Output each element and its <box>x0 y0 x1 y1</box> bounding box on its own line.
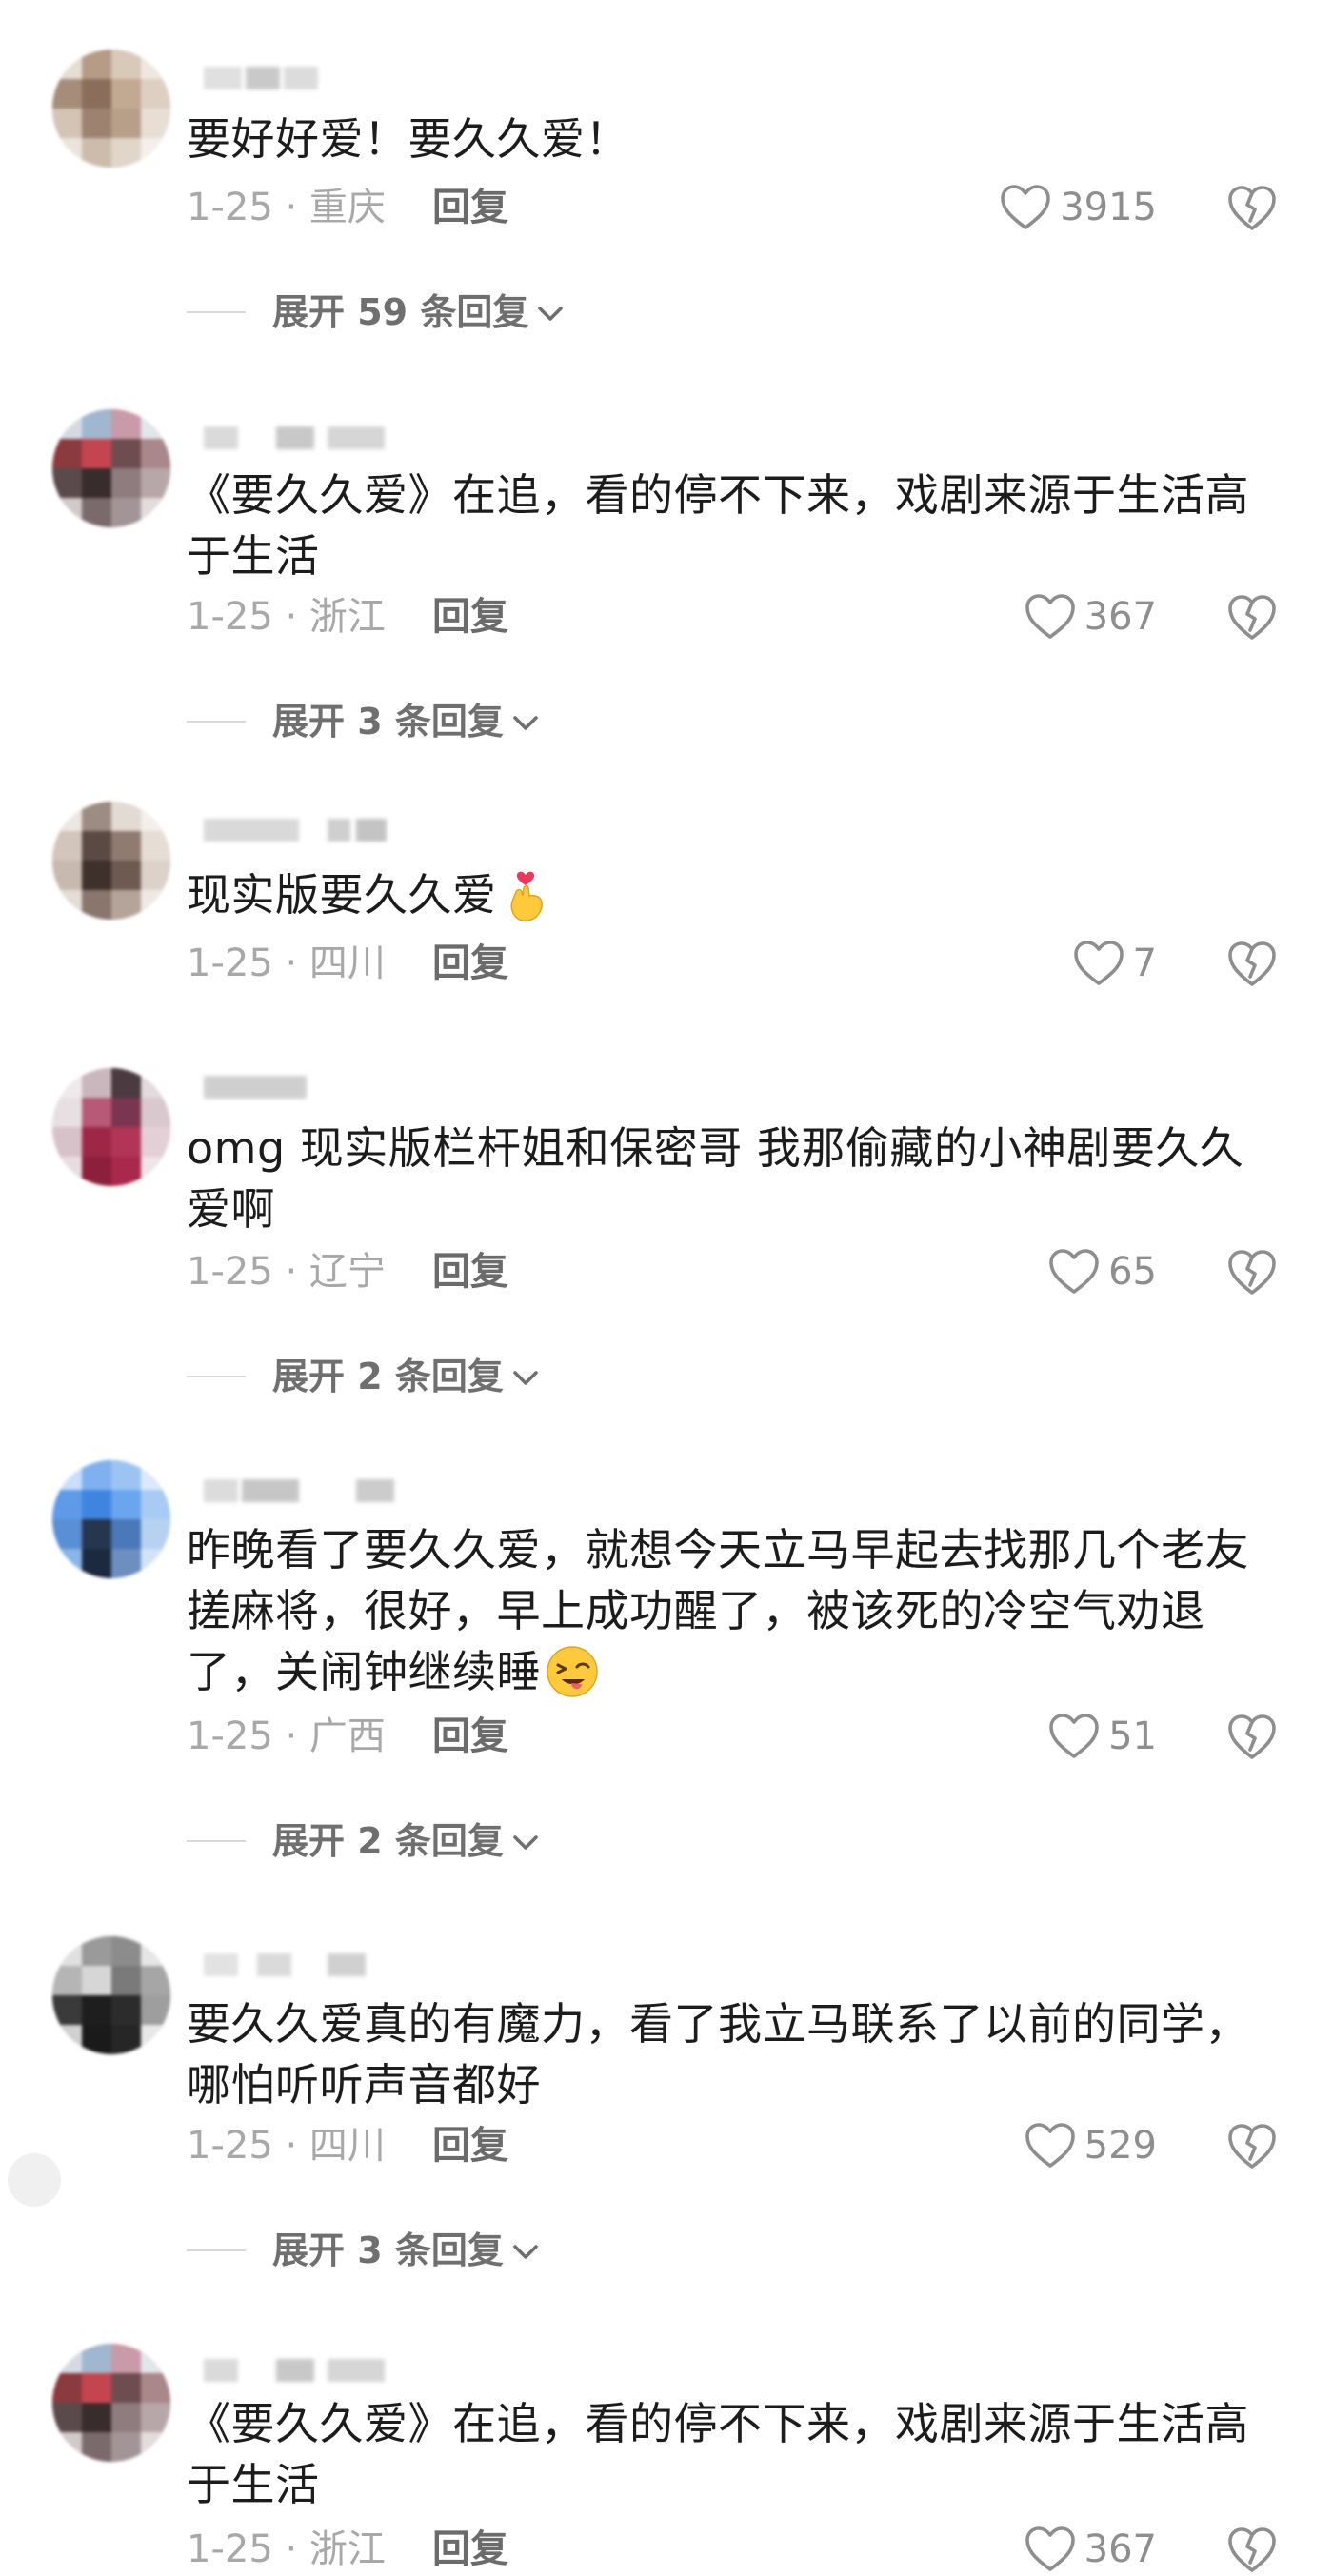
divider <box>187 2249 246 2251</box>
dislike-icon[interactable] <box>1225 2119 1279 2172</box>
like-button[interactable]: 3915 <box>999 181 1157 234</box>
heart-icon <box>1001 185 1051 229</box>
expand-replies-label: 展开 59 条回复 <box>272 291 529 333</box>
avatar[interactable] <box>52 1936 170 2054</box>
username[interactable] <box>204 2351 413 2389</box>
comment-meta: 1-25 · 浙江 <box>187 595 386 639</box>
like-button[interactable]: 367 <box>1024 590 1157 644</box>
reply-button[interactable]: 回复 <box>432 1710 508 1763</box>
comment-text: 现实版要久久爱 <box>187 864 1282 926</box>
expand-replies-label: 展开 3 条回复 <box>272 2229 504 2271</box>
username[interactable] <box>204 59 413 97</box>
comment-text: 要久久爱真的有魔力，看了我立马联系了以前的同学，哪怕听听声音都好 <box>187 1998 1249 2110</box>
reply-button[interactable]: 回复 <box>432 1245 508 1298</box>
heart-icon <box>1025 2123 1075 2168</box>
comment-text: 要好好爱！要久久爱！ <box>187 113 629 165</box>
expand-replies[interactable]: 展开 59 条回复 <box>187 286 567 339</box>
chevron-down-icon <box>513 1371 538 1385</box>
like-count: 7 <box>1132 941 1157 985</box>
dislike-icon[interactable] <box>1225 590 1279 644</box>
like-count: 3915 <box>1060 186 1157 229</box>
like-button[interactable]: 367 <box>1024 2523 1157 2576</box>
comment-meta: 1-25 · 四川 <box>187 941 386 985</box>
heart-icon <box>1049 1249 1099 1294</box>
like-count: 65 <box>1108 1250 1157 1294</box>
comment-text: 昨晚看了要久久爱，就想今天立马早起去找那几个老友搓麻将，很好，早上成功醒了，被该… <box>187 1519 1282 1703</box>
floating-dot[interactable] <box>8 2153 61 2207</box>
expand-replies[interactable]: 展开 3 条回复 <box>187 2224 542 2277</box>
comment-text: 《要久久爱》在追，看的停不下来，戏剧来源于生活高于生活 <box>187 2398 1249 2510</box>
dislike-icon[interactable] <box>1225 2523 1279 2576</box>
expand-replies[interactable]: 展开 2 条回复 <box>187 1814 542 1868</box>
finger-heart-emoji <box>510 871 543 921</box>
dislike-icon[interactable] <box>1225 937 1279 990</box>
like-button[interactable]: 65 <box>1047 1245 1157 1298</box>
comment-text-content: 昨晚看了要久久爱，就想今天立马早起去找那几个老友搓麻将，很好，早上成功醒了，被该… <box>187 1524 1249 1697</box>
chevron-down-icon <box>538 307 564 321</box>
username[interactable] <box>204 419 413 457</box>
winking-tongue-emoji <box>547 1645 598 1697</box>
comment-meta: 1-25 · 广西 <box>187 1714 386 1758</box>
username[interactable] <box>204 811 413 849</box>
reply-button[interactable]: 回复 <box>432 937 508 990</box>
comment-meta: 1-25 · 浙江 <box>187 2527 386 2571</box>
divider <box>187 1376 246 1377</box>
avatar[interactable] <box>52 2344 170 2462</box>
avatar[interactable] <box>52 409 170 527</box>
comment-text-content: 现实版要久久爱 <box>187 869 497 921</box>
divider <box>187 721 246 723</box>
username[interactable] <box>204 1472 413 1510</box>
comment-text: 《要久久爱》在追，看的停不下来，戏剧来源于生活高于生活 <box>187 469 1249 582</box>
avatar[interactable] <box>52 1068 170 1186</box>
comment-meta: 1-25 · 四川 <box>187 2124 386 2168</box>
comment-meta: 1-25 · 辽宁 <box>187 1250 386 1294</box>
avatar[interactable] <box>52 802 170 920</box>
dislike-icon[interactable] <box>1225 1710 1279 1763</box>
like-button[interactable]: 529 <box>1024 2119 1157 2172</box>
divider <box>187 1840 246 1842</box>
expand-replies-label: 展开 2 条回复 <box>272 1356 504 1397</box>
avatar[interactable] <box>52 1460 170 1578</box>
like-count: 367 <box>1084 595 1157 639</box>
heart-icon <box>1025 594 1075 639</box>
like-button[interactable]: 51 <box>1047 1710 1157 1763</box>
heart-icon <box>1025 2526 1075 2571</box>
chevron-down-icon <box>513 1835 538 1850</box>
like-count: 367 <box>1084 2527 1157 2571</box>
username[interactable] <box>204 1068 413 1106</box>
chevron-down-icon <box>513 716 538 730</box>
expand-replies[interactable]: 展开 2 条回复 <box>187 1350 542 1403</box>
reply-button[interactable]: 回复 <box>432 2523 508 2576</box>
heart-icon <box>1049 1714 1099 1758</box>
like-count: 51 <box>1108 1714 1157 1758</box>
chevron-down-icon <box>513 2245 538 2259</box>
expand-replies-label: 展开 2 条回复 <box>272 1820 504 1862</box>
expand-replies-label: 展开 3 条回复 <box>272 701 504 743</box>
comment-meta: 1-25 · 重庆 <box>187 186 386 229</box>
reply-button[interactable]: 回复 <box>432 181 508 234</box>
heart-icon <box>1073 941 1124 985</box>
expand-replies[interactable]: 展开 3 条回复 <box>187 695 542 748</box>
reply-button[interactable]: 回复 <box>432 590 508 644</box>
dislike-icon[interactable] <box>1225 1245 1279 1298</box>
reply-button[interactable]: 回复 <box>432 2119 508 2172</box>
comment-text: omg 现实版栏杆姐和保密哥 我那偷藏的小神剧要久久爱啊 <box>187 1122 1244 1235</box>
like-button[interactable]: 7 <box>1072 937 1157 990</box>
dislike-icon[interactable] <box>1225 181 1279 234</box>
username[interactable] <box>204 1946 413 1984</box>
avatar[interactable] <box>52 50 170 168</box>
like-count: 529 <box>1084 2124 1157 2168</box>
divider <box>187 311 246 313</box>
